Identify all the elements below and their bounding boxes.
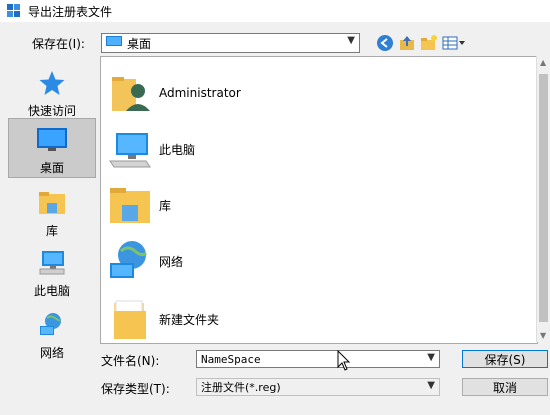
list-item[interactable]: 此电脑 [107,123,527,175]
user-folder-icon [107,70,153,116]
place-quick-access[interactable]: 快速访问 [8,62,96,122]
chevron-down-icon: ▼ [347,35,355,46]
filename-value: NameSpace [201,352,261,366]
computer-icon [107,126,153,172]
place-desktop[interactable]: 桌面 [8,118,96,178]
network-icon [107,238,153,284]
vertical-scrollbar[interactable]: ▲ ▼ [536,56,550,342]
place-label: 库 [45,224,58,238]
place-label: 快速访问 [27,104,76,118]
place-library[interactable]: 库 [8,182,96,242]
chevron-down-icon: ▼ [427,380,435,391]
back-arrow-icon [377,35,393,51]
filetype-value: 注册文件(*.reg) [201,381,281,394]
filetype-row: 保存类型(T): 注册文件(*.reg) ▼ 取消 [0,376,550,398]
network-icon [38,310,66,340]
place-label: 此电脑 [33,284,70,298]
scroll-up-icon[interactable]: ▲ [540,58,546,67]
filename-label: 文件名(N): [101,354,160,368]
place-label: 桌面 [39,161,64,175]
filename-row: 文件名(N): NameSpace ▼ 保存(S) [0,348,550,370]
view-menu-button[interactable] [440,32,468,54]
mouse-cursor-icon [337,349,351,375]
file-list[interactable]: Administrator 此电脑 库 网络 新建文件夹 [100,56,538,344]
cancel-button[interactable]: 取消 [462,378,548,396]
filetype-label: 保存类型(T): [101,382,170,396]
chevron-down-icon[interactable]: ▼ [427,352,435,363]
file-name: 新建文件夹 [159,312,220,327]
save-in-value: 桌面 [127,36,152,51]
list-item[interactable]: 网络 [107,235,527,287]
computer-icon [38,248,66,278]
save-in-row: 保存在(I): 桌面 ▼ [0,32,550,54]
place-this-pc[interactable]: 此电脑 [8,242,96,302]
desktop-icon [37,125,67,155]
view-grid-icon [442,36,465,50]
new-folder-icon [421,35,437,50]
up-folder-icon [400,36,414,50]
filetype-dropdown[interactable]: 注册文件(*.reg) ▼ [196,378,440,396]
file-name: 库 [159,198,172,213]
up-folder-button[interactable] [396,32,418,54]
filename-input[interactable]: NameSpace ▼ [196,350,440,368]
library-icon [38,188,66,218]
desktop-icon [106,35,122,51]
list-item[interactable]: 新建文件夹 [107,293,527,345]
registry-icon [6,3,22,19]
folder-icon [107,296,153,342]
scroll-thumb[interactable] [539,74,548,322]
title-bar: 导出注册表文件 [0,0,550,22]
file-name: 网络 [159,254,184,269]
library-icon [107,182,153,228]
list-item[interactable]: Administrator [107,67,527,119]
toolbar [374,32,468,54]
back-button[interactable] [374,32,396,54]
save-in-dropdown[interactable]: 桌面 ▼ [101,33,360,53]
file-name: Administrator [159,86,241,100]
window-title: 导出注册表文件 [28,4,113,19]
scroll-down-icon[interactable]: ▼ [540,331,546,340]
save-in-label: 保存在(I): [32,37,85,51]
file-name: 此电脑 [159,142,196,157]
new-folder-button[interactable] [418,32,440,54]
save-button[interactable]: 保存(S) [462,350,548,368]
star-icon [38,68,66,98]
list-item[interactable]: 库 [107,179,527,231]
places-bar: 快速访问 桌面 库 此电脑 网络 [2,56,98,364]
